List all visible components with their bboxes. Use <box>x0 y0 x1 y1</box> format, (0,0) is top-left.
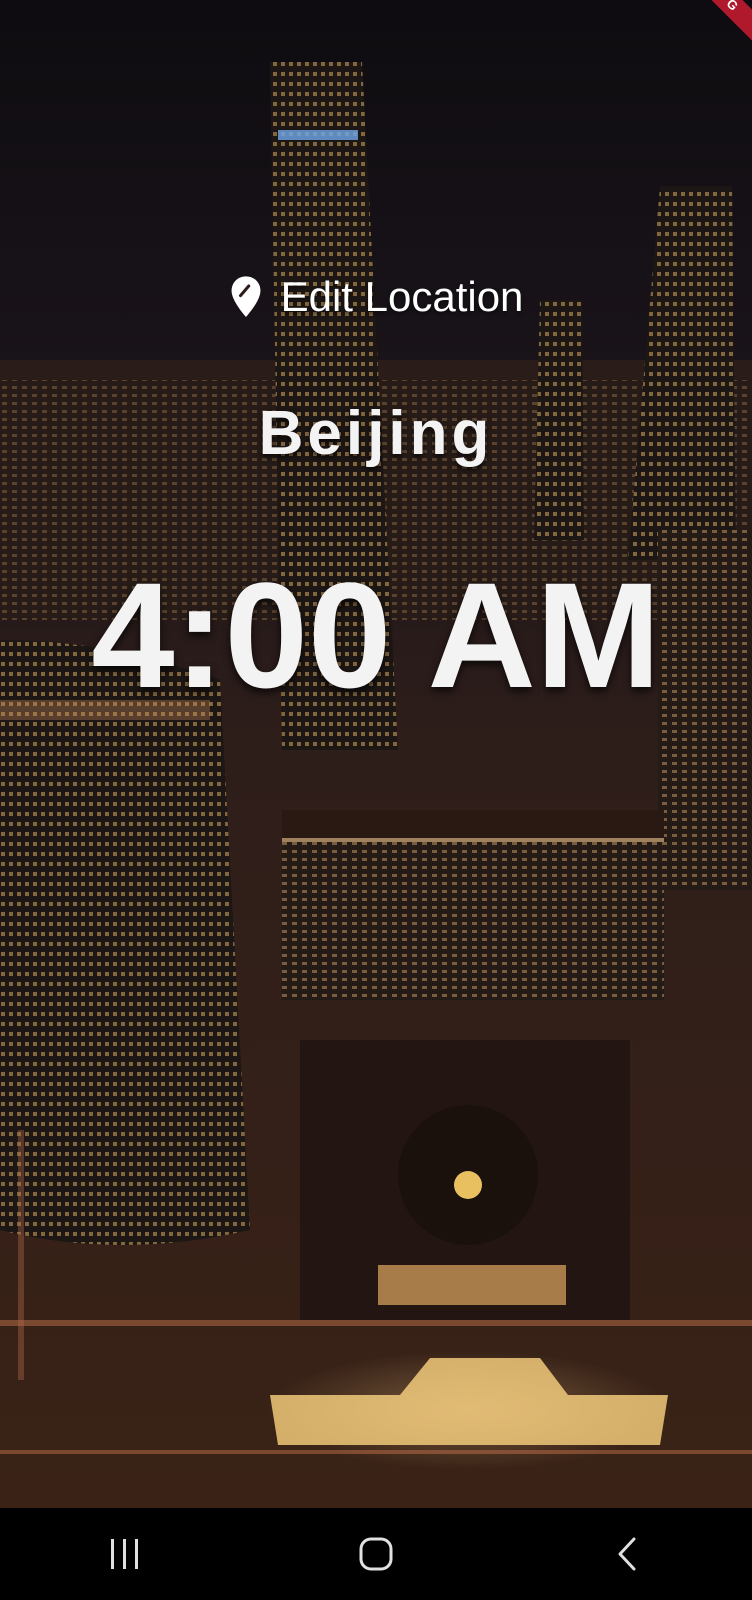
system-nav-bar <box>0 1508 752 1600</box>
recents-icon <box>111 1539 139 1569</box>
time-display: 4:00 AM <box>91 551 661 719</box>
edit-location-label: Edit Location <box>280 273 524 320</box>
city-night-photo <box>0 0 752 1508</box>
recents-button[interactable] <box>85 1524 165 1584</box>
app-screen: G Edit Location Beijing 4:00 AM <box>0 0 752 1600</box>
city-name: Beijing <box>258 399 494 468</box>
edit-location-button[interactable]: Edit Location <box>229 273 524 321</box>
back-button[interactable] <box>587 1524 667 1584</box>
home-icon <box>359 1537 393 1571</box>
map-pin-icon <box>231 276 261 317</box>
background-image <box>0 0 752 1508</box>
back-icon <box>618 1537 636 1571</box>
location-row: Edit Location <box>0 272 752 322</box>
debug-banner-label: G <box>723 0 742 14</box>
home-button[interactable] <box>336 1524 416 1584</box>
